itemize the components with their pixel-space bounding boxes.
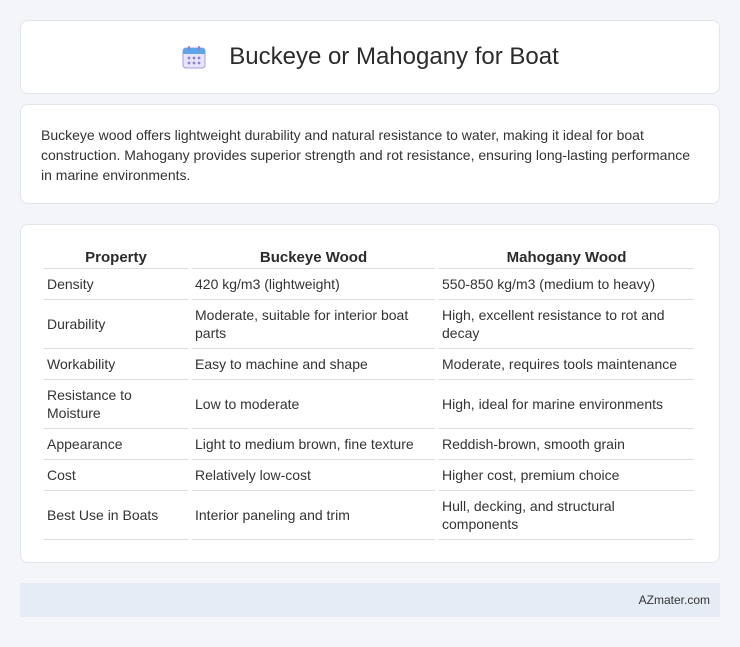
comparison-table-card: Property Buckeye Wood Mahogany Wood Dens…	[20, 224, 720, 563]
mahogany-cell: High, ideal for marine environments	[439, 380, 694, 429]
table-row: Resistance to Moisture Low to moderate H…	[44, 380, 694, 429]
property-cell: Durability	[44, 300, 188, 349]
footer-bar: AZmater.com	[20, 583, 720, 617]
calendar-icon	[181, 44, 207, 70]
mahogany-cell: High, excellent resistance to rot and de…	[439, 300, 694, 349]
buckeye-cell: Relatively low-cost	[192, 460, 435, 491]
table-row: Cost Relatively low-cost Higher cost, pr…	[44, 460, 694, 491]
mahogany-cell: 550-850 kg/m3 (medium to heavy)	[439, 269, 694, 300]
mahogany-cell: Reddish-brown, smooth grain	[439, 429, 694, 460]
mahogany-cell: Higher cost, premium choice	[439, 460, 694, 491]
table-row: Density 420 kg/m3 (lightweight) 550-850 …	[44, 269, 694, 300]
table-row: Workability Easy to machine and shape Mo…	[44, 349, 694, 380]
buckeye-cell: Interior paneling and trim	[192, 491, 435, 540]
property-cell: Best Use in Boats	[44, 491, 188, 540]
property-cell: Resistance to Moisture	[44, 380, 188, 429]
title-card: Buckeye or Mahogany for Boat	[20, 20, 720, 94]
buckeye-cell: Moderate, suitable for interior boat par…	[192, 300, 435, 349]
comparison-table: Property Buckeye Wood Mahogany Wood Dens…	[40, 245, 698, 540]
property-cell: Density	[44, 269, 188, 300]
property-cell: Workability	[44, 349, 188, 380]
table-row: Best Use in Boats Interior paneling and …	[44, 491, 694, 540]
intro-text: Buckeye wood offers lightweight durabili…	[41, 127, 691, 183]
footer-source: AZmater.com	[638, 593, 710, 607]
column-header-buckeye: Buckeye Wood	[192, 245, 435, 269]
buckeye-cell: 420 kg/m3 (lightweight)	[192, 269, 435, 300]
intro-card: Buckeye wood offers lightweight durabili…	[20, 104, 720, 204]
buckeye-cell: Low to moderate	[192, 380, 435, 429]
mahogany-cell: Hull, decking, and structural components	[439, 491, 694, 540]
page-title: Buckeye or Mahogany for Boat	[229, 43, 559, 70]
table-row: Durability Moderate, suitable for interi…	[44, 300, 694, 349]
buckeye-cell: Easy to machine and shape	[192, 349, 435, 380]
table-header-row: Property Buckeye Wood Mahogany Wood	[44, 245, 694, 269]
property-cell: Cost	[44, 460, 188, 491]
buckeye-cell: Light to medium brown, fine texture	[192, 429, 435, 460]
column-header-mahogany: Mahogany Wood	[439, 245, 694, 269]
table-row: Appearance Light to medium brown, fine t…	[44, 429, 694, 460]
property-cell: Appearance	[44, 429, 188, 460]
column-header-property: Property	[44, 245, 188, 269]
mahogany-cell: Moderate, requires tools maintenance	[439, 349, 694, 380]
